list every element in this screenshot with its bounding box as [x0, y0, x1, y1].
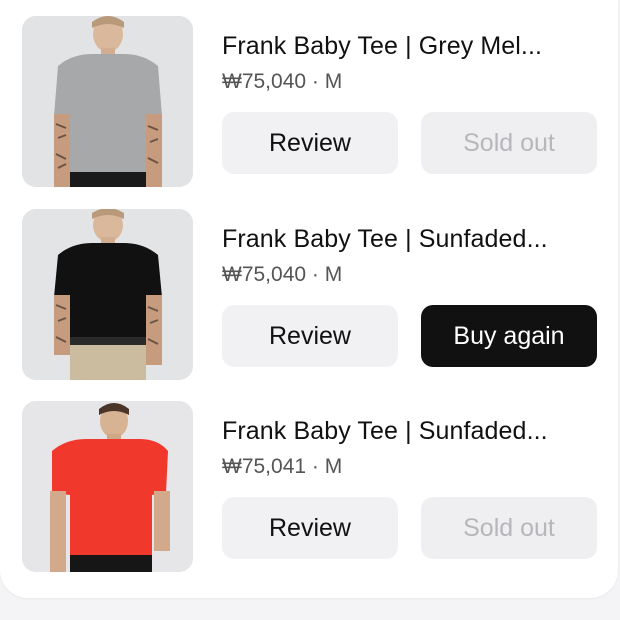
product-title[interactable]: Frank Baby Tee | Sunfaded...	[222, 223, 607, 255]
review-button[interactable]: Review	[222, 305, 398, 367]
product-thumbnail[interactable]	[22, 16, 193, 187]
sold-out-button: Sold out	[421, 112, 597, 174]
order-list-card: Frank Baby Tee | Grey Mel... ₩75,040 · M…	[0, 0, 618, 598]
product-photo-black-tee	[22, 209, 193, 380]
product-photo-grey-tee	[22, 16, 193, 187]
product-photo-red-tee	[22, 401, 193, 572]
buy-again-button[interactable]: Buy again	[421, 305, 597, 367]
review-button[interactable]: Review	[222, 112, 398, 174]
order-item[interactable]: Frank Baby Tee | Sunfaded... ₩75,040 · M…	[0, 209, 618, 381]
product-thumbnail[interactable]	[22, 401, 193, 572]
review-button[interactable]: Review	[222, 497, 398, 559]
order-item[interactable]: Frank Baby Tee | Sunfaded... ₩75,041 · M…	[0, 401, 618, 573]
product-title[interactable]: Frank Baby Tee | Sunfaded...	[222, 415, 607, 447]
product-price-size: ₩75,041 · M	[222, 455, 343, 478]
order-item[interactable]: Frank Baby Tee | Grey Mel... ₩75,040 · M…	[0, 16, 618, 188]
product-price-size: ₩75,040 · M	[222, 263, 343, 286]
sold-out-button: Sold out	[421, 497, 597, 559]
product-price-size: ₩75,040 · M	[222, 70, 343, 93]
product-thumbnail[interactable]	[22, 209, 193, 380]
product-title[interactable]: Frank Baby Tee | Grey Mel...	[222, 30, 607, 62]
